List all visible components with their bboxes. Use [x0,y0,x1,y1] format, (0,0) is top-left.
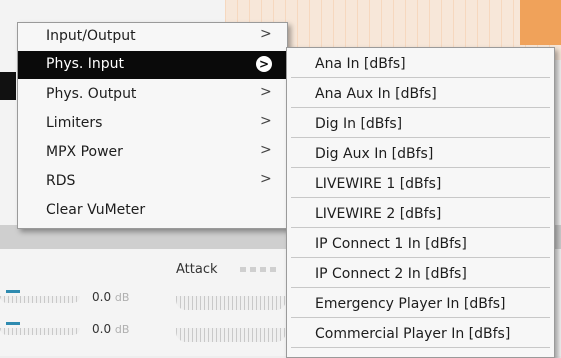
menu-item-rds[interactable]: RDS > [18,168,287,196]
attack-indicator [240,267,278,272]
meter-peak-marker [6,322,20,325]
meter-value: 0.0 dB [92,322,130,336]
submenu-arrow-icon: > [256,56,272,72]
submenu-item-dig-aux-in[interactable]: Dig Aux In [dBfs] [291,142,550,168]
meter-track[interactable] [0,296,80,303]
submenu-item-emergency-player-in[interactable]: Emergency Player In [dBfs] [291,292,550,318]
level-meter-1[interactable]: 0.0 dB [0,290,170,304]
submenu-arrow-icon: > [260,26,272,42]
submenu-item-livewire-1[interactable]: LIVEWIRE 1 [dBfs] [291,172,550,198]
attack-slider-2[interactable] [176,328,286,342]
attack-label: Attack [176,262,218,277]
submenu-item-commercial-player-in[interactable]: Commercial Player In [dBfs] [291,322,550,348]
menu-item-limiters[interactable]: Limiters > [18,110,287,138]
menu-item-phys-input[interactable]: Phys. Input > [18,51,287,79]
submenu-item-ip-connect-2-in[interactable]: IP Connect 2 In [dBfs] [291,262,550,288]
menu-item-clear-vumeter[interactable]: Clear VuMeter [18,197,287,225]
menu-item-phys-output[interactable]: Phys. Output > [18,81,287,109]
submenu-item-dig-in[interactable]: Dig In [dBfs] [291,112,550,138]
menu-item-mpx-power[interactable]: MPX Power > [18,139,287,167]
submenu-item-livewire-2[interactable]: LIVEWIRE 2 [dBfs] [291,202,550,228]
submenu-arrow-icon: > [260,171,272,187]
submenu-arrow-icon: > [260,142,272,158]
submenu-phys-input: Ana In [dBfs] Ana Aux In [dBfs] Dig In [… [286,47,555,358]
meter-value: 0.0 dB [92,290,130,304]
submenu-item-ana-in[interactable]: Ana In [dBfs] [291,52,550,78]
attack-slider-1[interactable] [176,296,286,310]
menu-item-input-output[interactable]: Input/Output > [18,23,287,51]
submenu-arrow-icon: > [260,113,272,129]
submenu-arrow-icon: > [260,84,272,100]
context-menu: Input/Output > Phys. Input > Phys. Outpu… [17,22,288,229]
meter-track[interactable] [0,328,80,335]
response-graph-fill [520,0,561,45]
level-meter-2[interactable]: 0.0 dB [0,322,170,336]
meter-peak-marker [6,290,20,293]
submenu-item-ana-aux-in[interactable]: Ana Aux In [dBfs] [291,82,550,108]
background-panel-edge [0,72,16,100]
submenu-item-ip-connect-1-in[interactable]: IP Connect 1 In [dBfs] [291,232,550,258]
